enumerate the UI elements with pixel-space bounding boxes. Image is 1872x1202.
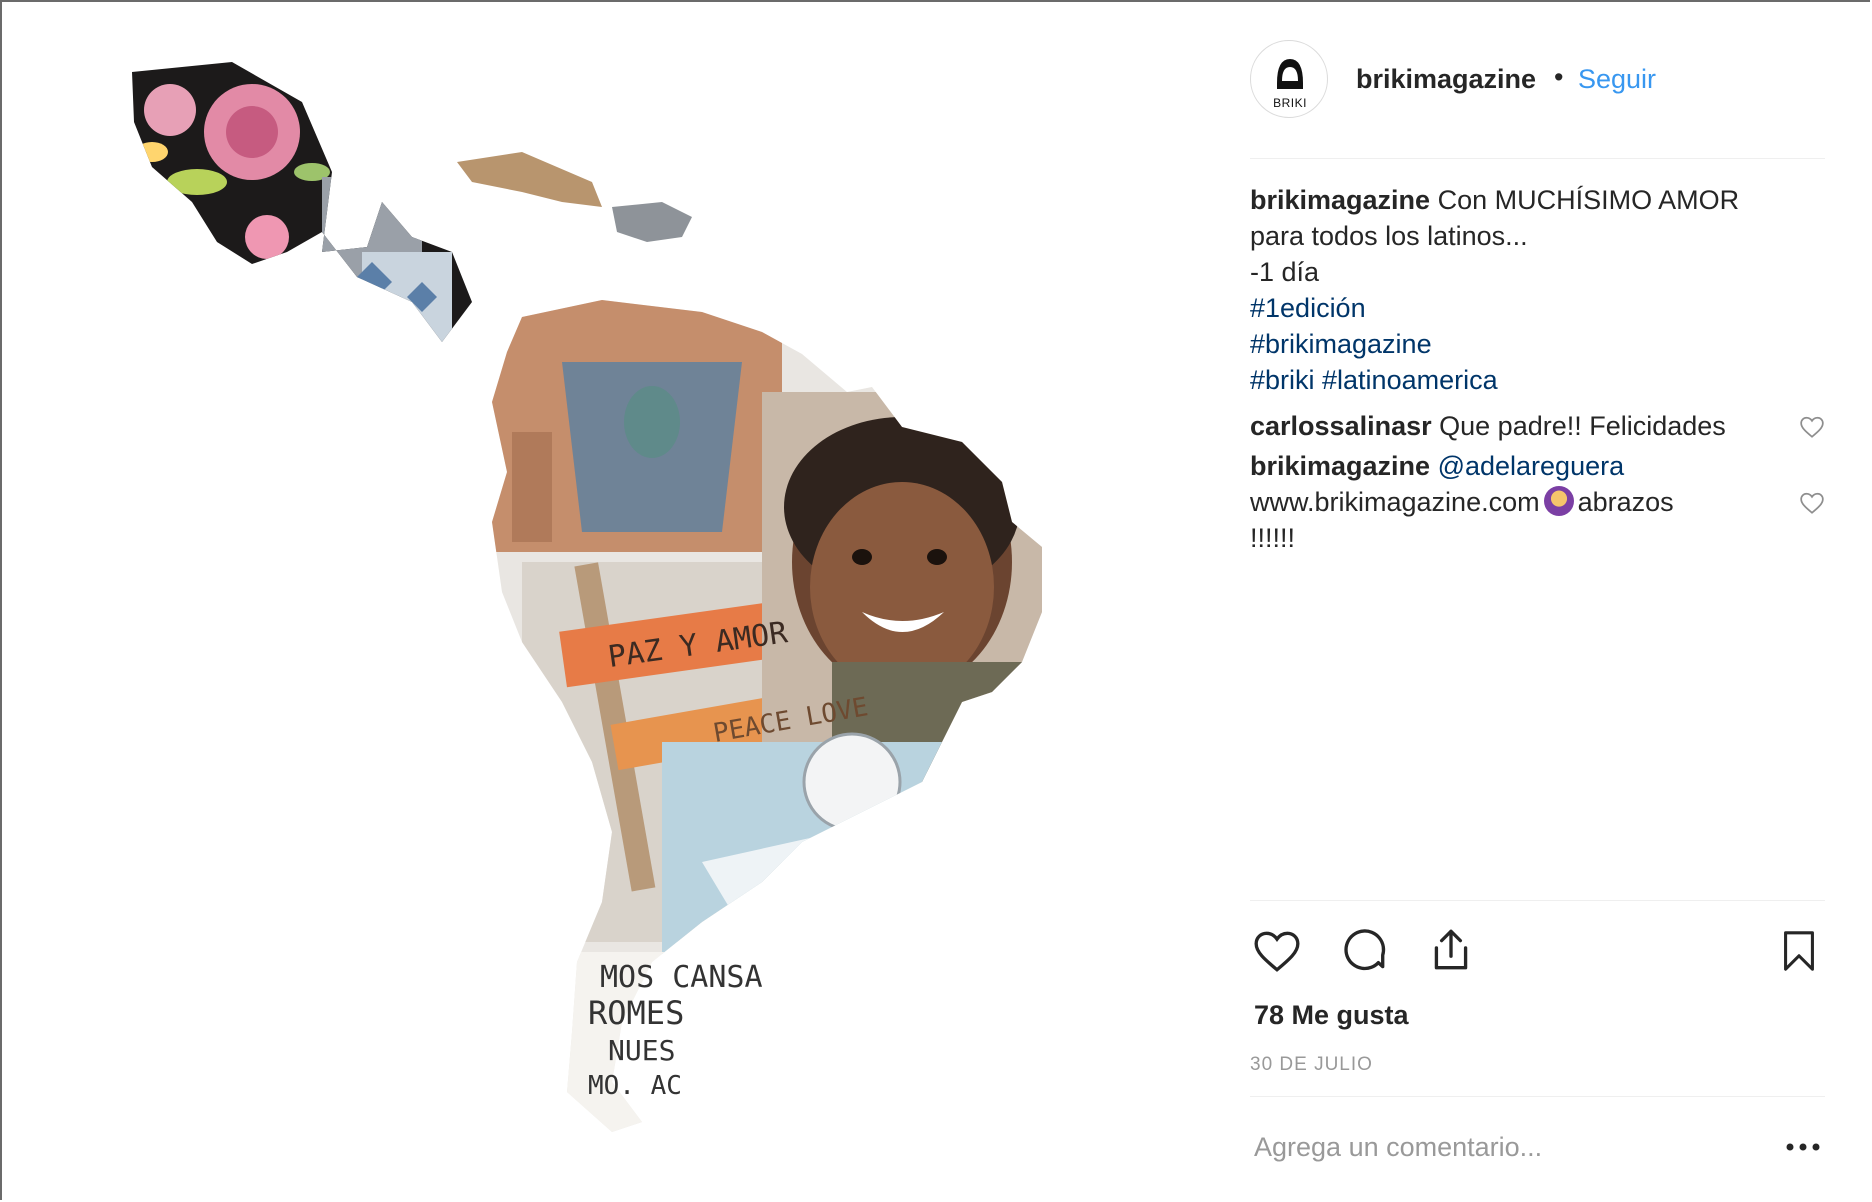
comment-username[interactable]: brikimagazine	[1250, 451, 1430, 481]
comment-text: Que padre!! Felicidades	[1439, 411, 1726, 441]
emoji-woman-icon	[1543, 486, 1574, 516]
actions-divider	[1250, 900, 1825, 901]
comment-item: carlossalinasr Que padre!! Felicidades	[1250, 408, 1825, 444]
heart-icon[interactable]	[1252, 926, 1302, 976]
comment-item: brikimagazine @adelareguera www.brikimag…	[1250, 448, 1825, 556]
post-caption: brikimagazine Con MUCHÍSIMO AMOR para to…	[1250, 182, 1825, 398]
latin-america-collage: PAZ Y AMOR PEACE LOVE MOS CANSA ROMES NU…	[132, 62, 1042, 1132]
hashtag-briki-latinoamerica[interactable]: #briki #latinoamerica	[1250, 362, 1825, 398]
comment-icon[interactable]	[1340, 926, 1390, 976]
caption-text-line-3: -1 día	[1250, 257, 1320, 287]
post-image[interactable]: PAZ Y AMOR PEACE LOVE MOS CANSA ROMES NU…	[2, 2, 1202, 1200]
post-sidebar: BRIKI brikimagazine • Seguir brikimagazi…	[1250, 2, 1825, 1200]
post-header: BRIKI brikimagazine • Seguir	[1250, 40, 1825, 120]
share-icon[interactable]	[1426, 924, 1476, 976]
comment-like-heart-icon[interactable]	[1799, 490, 1825, 516]
collage-cuba	[457, 152, 602, 207]
more-options-icon[interactable]	[1780, 1132, 1826, 1162]
follow-button[interactable]: Seguir	[1578, 64, 1656, 95]
separator-dot: •	[1554, 62, 1564, 92]
note-line-4: MO. AC	[588, 1071, 682, 1101]
post-actions	[1250, 922, 1825, 982]
avatar-label: BRIKI	[1273, 96, 1307, 110]
note-line-1: MOS CANSA	[600, 960, 763, 995]
comment-mention[interactable]: @adelareguera	[1438, 451, 1625, 481]
more-icon	[1786, 1143, 1820, 1151]
bookmark-icon[interactable]	[1776, 926, 1822, 976]
likes-count[interactable]: 78 Me gusta	[1254, 1000, 1409, 1031]
post-author-username[interactable]: brikimagazine	[1356, 64, 1536, 95]
comment-divider	[1250, 1096, 1825, 1097]
add-comment-input[interactable]: Agrega un comentario...	[1254, 1132, 1542, 1163]
post-date[interactable]: 30 DE JULIO	[1250, 1054, 1373, 1076]
comment-text-website: www.brikimagazine.com	[1250, 487, 1540, 517]
caption-text-line-1: Con MUCHÍSIMO AMOR	[1437, 185, 1740, 215]
hashtag-1edicion[interactable]: #1edición	[1250, 290, 1825, 326]
note-line-3: NUES	[608, 1034, 675, 1067]
caption-username[interactable]: brikimagazine	[1250, 185, 1430, 215]
comment-username[interactable]: carlossalinasr	[1250, 411, 1432, 441]
comments-section: brikimagazine Con MUCHÍSIMO AMOR para to…	[1250, 182, 1825, 556]
header-divider	[1250, 158, 1825, 159]
avatar[interactable]: BRIKI	[1250, 40, 1328, 118]
hashtag-brikimagazine[interactable]: #brikimagazine	[1250, 326, 1825, 362]
caption-text-line-2: para todos los latinos...	[1250, 221, 1528, 251]
comment-text-abrazos: abrazos	[1577, 487, 1674, 517]
collage-hispaniola	[612, 202, 692, 242]
comment-like-heart-icon[interactable]	[1799, 414, 1825, 440]
note-line-2: ROMES	[588, 994, 684, 1032]
collage-mexico	[132, 62, 472, 342]
comment-text-exclaims: !!!!!!	[1250, 523, 1296, 553]
